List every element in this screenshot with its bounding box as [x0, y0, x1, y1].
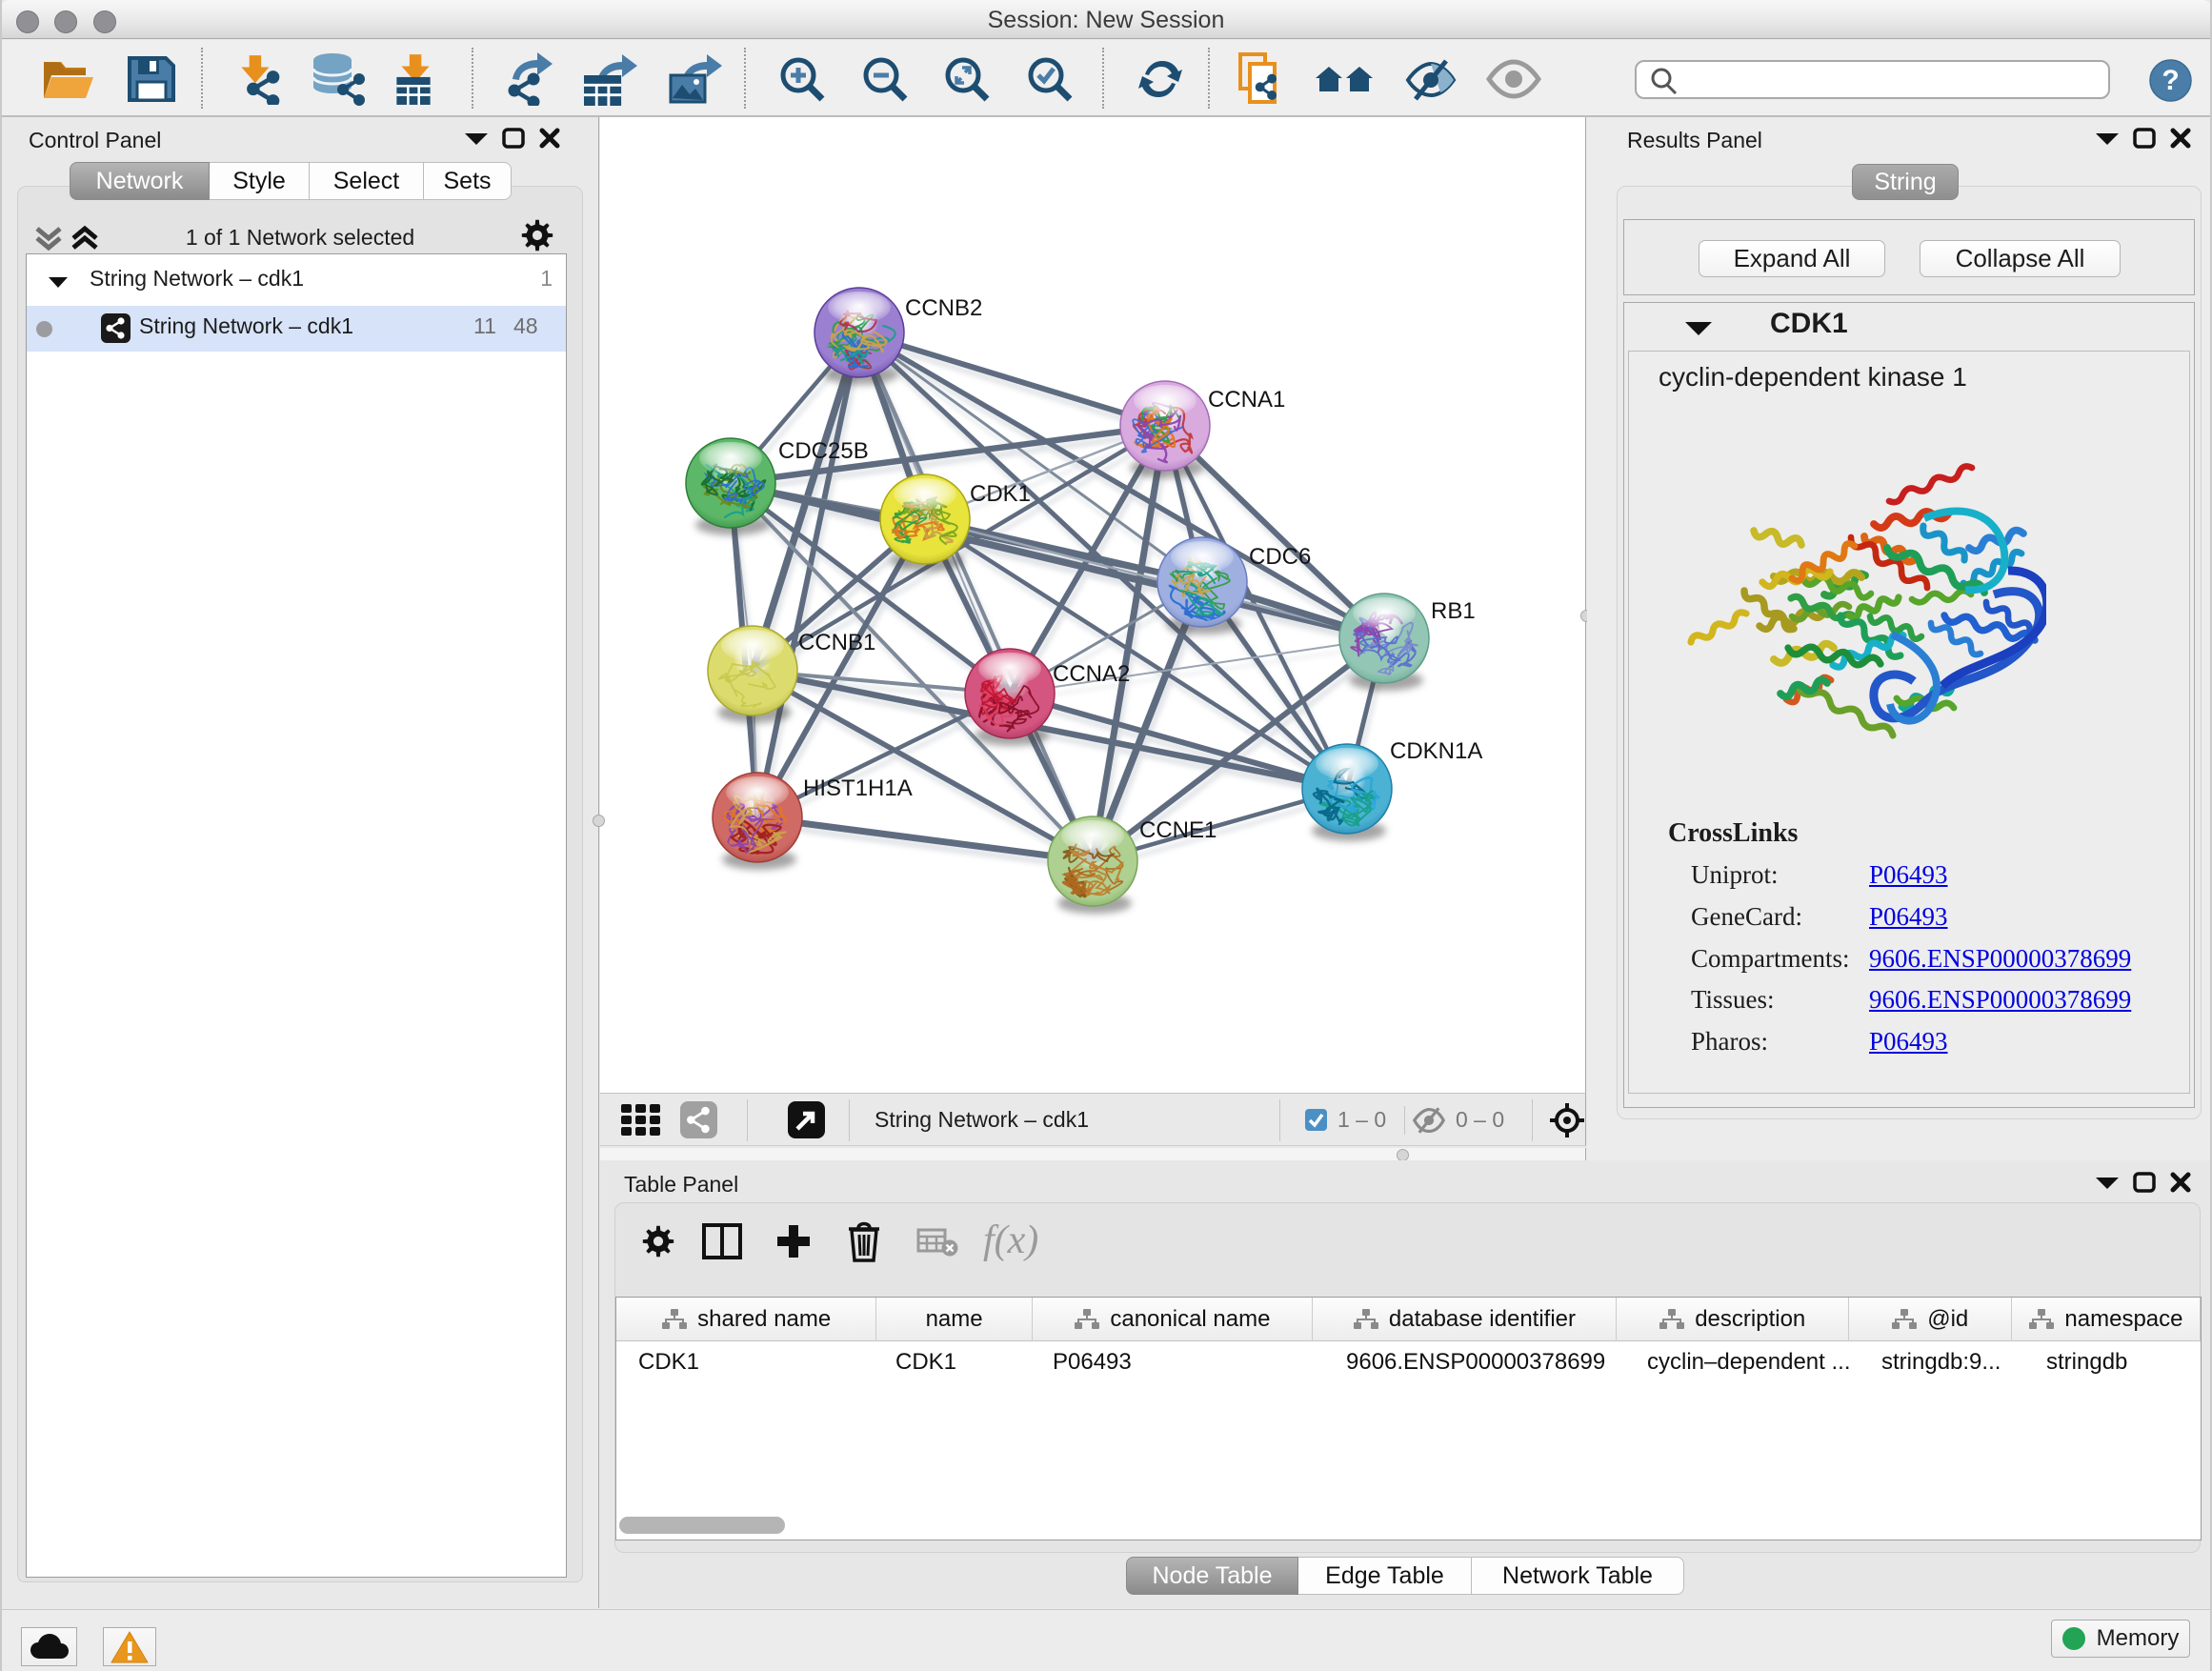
svg-text:CDC6: CDC6: [1249, 544, 1311, 570]
svg-text:CCNB1: CCNB1: [798, 630, 875, 655]
svg-text:RB1: RB1: [1431, 598, 1476, 624]
svg-text:CDK1: CDK1: [970, 481, 1031, 507]
svg-text:CCNB2: CCNB2: [905, 295, 982, 321]
svg-text:CDKN1A: CDKN1A: [1390, 738, 1482, 764]
svg-text:HIST1H1A: HIST1H1A: [803, 775, 913, 801]
svg-text:CCNE1: CCNE1: [1139, 817, 1217, 843]
svg-text:CCNA1: CCNA1: [1208, 387, 1285, 413]
svg-text:CCNA2: CCNA2: [1053, 661, 1130, 687]
svg-text:?: ?: [2162, 65, 2179, 96]
svg-text:CDC25B: CDC25B: [778, 438, 869, 464]
